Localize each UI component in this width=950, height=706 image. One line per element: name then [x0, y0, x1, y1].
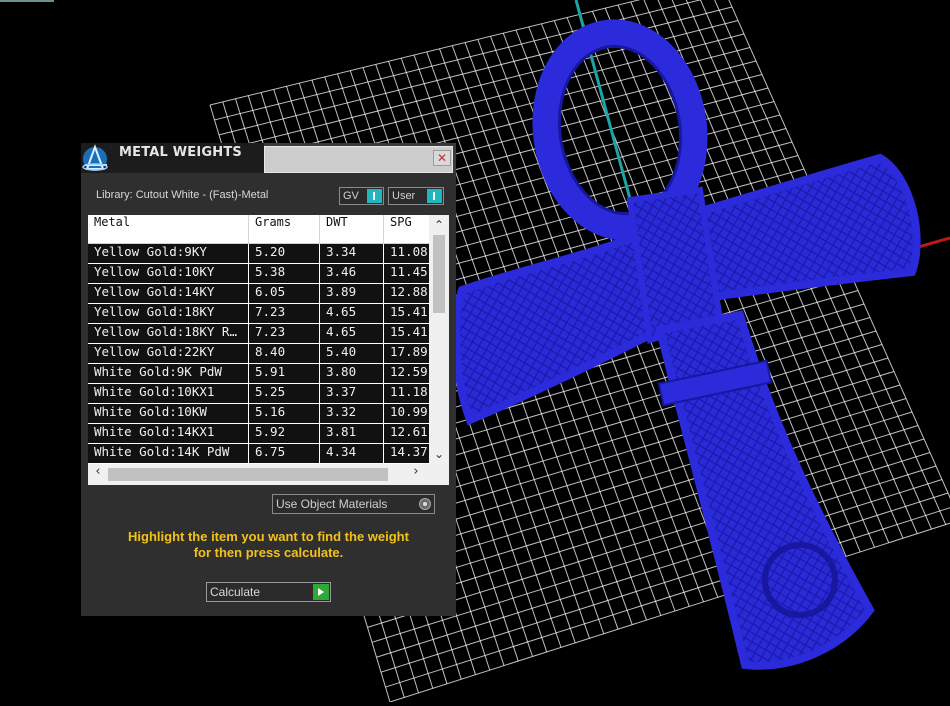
column-header-spg[interactable]: SPG: [384, 215, 429, 243]
user-toggle[interactable]: User: [388, 187, 444, 205]
close-icon: ✕: [437, 151, 447, 165]
app-logo-icon: [81, 143, 113, 173]
cell-metal: Yellow Gold:18KY: [88, 304, 249, 324]
table-row[interactable]: Yellow Gold:22KY8.405.4017.89: [88, 344, 429, 364]
cell-dwt: 3.37: [320, 384, 384, 404]
table-row[interactable]: Yellow Gold:10KY5.383.4611.45: [88, 264, 429, 284]
cell-dwt: 3.81: [320, 424, 384, 444]
library-label: Library: Cutout White - (Fast)-Metal: [96, 189, 268, 201]
cell-spg: 15.41: [384, 304, 429, 324]
cell-spg: 12.61: [384, 424, 429, 444]
gv-toggle-label: GV: [343, 190, 359, 202]
cell-metal: Yellow Gold:22KY: [88, 344, 249, 364]
instruction-line-1: Highlight the item you want to find the …: [81, 529, 456, 545]
table-row[interactable]: White Gold:14KX15.923.8112.61: [88, 424, 429, 444]
scroll-right-icon[interactable]: ›: [406, 464, 426, 485]
table-header: Metal Grams DWT SPG: [88, 215, 429, 244]
metal-weights-panel: METAL WEIGHTS ✕ Library: Cutout White - …: [81, 143, 456, 616]
toggle-switch-icon: [367, 189, 382, 203]
cell-spg: 11.45: [384, 264, 429, 284]
cell-spg: 12.59: [384, 364, 429, 384]
cell-dwt: 3.32: [320, 404, 384, 424]
metal-weights-table: Metal Grams DWT SPG Yellow Gold:9KY5.203…: [88, 215, 449, 485]
cell-grams: 5.20: [249, 244, 320, 264]
cell-metal: Yellow Gold:14KY: [88, 284, 249, 304]
horizontal-scrollbar[interactable]: ‹ ›: [88, 464, 429, 485]
titlebar-drag-area[interactable]: [264, 146, 453, 173]
ankh-left-arm: [456, 235, 660, 420]
cell-spg: 11.08: [384, 244, 429, 264]
scroll-left-icon[interactable]: ‹: [88, 464, 108, 485]
cell-dwt: 3.46: [320, 264, 384, 284]
horizontal-scroll-thumb[interactable]: [108, 468, 388, 481]
cell-dwt: 5.40: [320, 344, 384, 364]
panel-titlebar[interactable]: METAL WEIGHTS ✕: [81, 143, 456, 173]
cell-metal: White Gold:14KX1: [88, 424, 249, 444]
scrollbar-corner: [429, 464, 449, 485]
cell-grams: 6.75: [249, 444, 320, 464]
cell-dwt: 3.80: [320, 364, 384, 384]
cell-spg: 17.89: [384, 344, 429, 364]
scroll-up-icon[interactable]: ⌃: [429, 215, 449, 235]
gv-toggle[interactable]: GV: [339, 187, 384, 205]
viewport-tab-indicator: [0, 0, 54, 2]
scroll-down-icon[interactable]: ⌄: [429, 444, 449, 464]
cell-grams: 5.91: [249, 364, 320, 384]
user-toggle-label: User: [392, 190, 415, 202]
radio-button-icon[interactable]: [419, 498, 431, 510]
cell-metal: White Gold:14K PdW: [88, 444, 249, 464]
table-row[interactable]: Yellow Gold:14KY6.053.8912.88: [88, 284, 429, 304]
calculate-button-label: Calculate: [210, 585, 260, 599]
cell-metal: White Gold:10KX1: [88, 384, 249, 404]
cell-grams: 5.16: [249, 404, 320, 424]
cell-spg: 10.99: [384, 404, 429, 424]
cell-grams: 6.05: [249, 284, 320, 304]
vertical-scrollbar[interactable]: ⌃ ⌄: [429, 215, 449, 464]
column-header-metal[interactable]: Metal: [88, 215, 249, 243]
cell-grams: 7.23: [249, 304, 320, 324]
toggle-switch-icon: [427, 189, 442, 203]
cell-metal: Yellow Gold:9KY: [88, 244, 249, 264]
table-row[interactable]: Yellow Gold:9KY5.203.3411.08: [88, 244, 429, 264]
cell-metal: Yellow Gold:18KY R…: [88, 324, 249, 344]
column-header-grams[interactable]: Grams: [249, 215, 320, 243]
close-button[interactable]: ✕: [433, 150, 451, 166]
table-row[interactable]: White Gold:14K PdW6.754.3414.37: [88, 444, 429, 464]
cell-spg: 12.88: [384, 284, 429, 304]
instruction-text: Highlight the item you want to find the …: [81, 529, 456, 561]
grid-line: [377, 480, 943, 658]
cell-grams: 5.92: [249, 424, 320, 444]
cell-dwt: 4.65: [320, 324, 384, 344]
use-object-materials-option[interactable]: Use Object Materials: [272, 494, 435, 514]
use-object-materials-label: Use Object Materials: [276, 497, 387, 511]
cell-grams: 5.25: [249, 384, 320, 404]
table-row[interactable]: White Gold:9K PdW5.913.8012.59: [88, 364, 429, 384]
calculate-button[interactable]: Calculate: [206, 582, 331, 602]
table-row[interactable]: White Gold:10KW5.163.3210.99: [88, 404, 429, 424]
cell-dwt: 4.34: [320, 444, 384, 464]
cell-spg: 14.37: [384, 444, 429, 464]
cell-metal: Yellow Gold:10KY: [88, 264, 249, 284]
table-row[interactable]: White Gold:10KX15.253.3711.18: [88, 384, 429, 404]
cell-grams: 8.40: [249, 344, 320, 364]
instruction-line-2: for then press calculate.: [81, 545, 456, 561]
table-row[interactable]: Yellow Gold:18KY7.234.6515.41: [88, 304, 429, 324]
column-header-dwt[interactable]: DWT: [320, 215, 384, 243]
cell-metal: White Gold:10KW: [88, 404, 249, 424]
panel-title: METAL WEIGHTS: [119, 145, 242, 160]
cell-spg: 15.41: [384, 324, 429, 344]
table-body: Yellow Gold:9KY5.203.3411.08Yellow Gold:…: [88, 244, 429, 464]
cell-grams: 7.23: [249, 324, 320, 344]
play-arrow-icon: [313, 584, 329, 600]
ankh-pendant-model[interactable]: [456, 23, 917, 666]
table-row[interactable]: Yellow Gold:18KY R…7.234.6515.41: [88, 324, 429, 344]
vertical-scroll-thumb[interactable]: [433, 235, 445, 313]
cell-grams: 5.38: [249, 264, 320, 284]
grid-line: [381, 493, 948, 672]
cell-spg: 11.18: [384, 384, 429, 404]
cell-metal: White Gold:9K PdW: [88, 364, 249, 384]
cell-dwt: 3.89: [320, 284, 384, 304]
cell-dwt: 4.65: [320, 304, 384, 324]
cell-dwt: 3.34: [320, 244, 384, 264]
